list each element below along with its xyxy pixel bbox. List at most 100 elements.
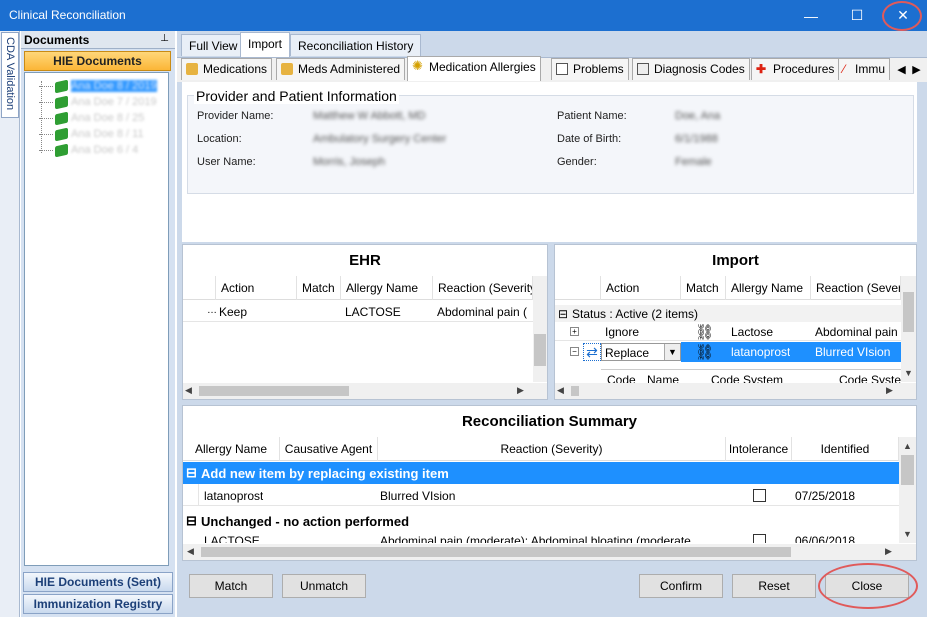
scroll-up-icon[interactable]: ▲ bbox=[903, 441, 912, 451]
tab-full-view[interactable]: Full View bbox=[181, 34, 246, 56]
unmatch-button[interactable]: Unmatch bbox=[282, 574, 366, 598]
import-col-spacer bbox=[555, 276, 601, 300]
tab-medication-allergies[interactable]: ✺ Medication Allergies bbox=[407, 56, 541, 81]
summary-col-allergy[interactable]: Allergy Name bbox=[183, 437, 280, 461]
import-action-cell[interactable]: Ignore bbox=[605, 325, 639, 339]
ehr-horizontal-thumb[interactable] bbox=[199, 386, 349, 396]
tree-item[interactable]: Ana Doe 8 / 2019 bbox=[39, 78, 157, 94]
summary-group-unchanged[interactable]: ⊟ Unchanged - no action performed bbox=[183, 510, 899, 532]
summary-group-add[interactable]: ⊟ Add new item by replacing existing ite… bbox=[183, 462, 899, 484]
patient-name-value: Doe, Ana bbox=[675, 110, 721, 122]
action-dropdown[interactable]: Replace ▼ bbox=[601, 343, 681, 361]
tree-item[interactable]: Ana Doe 6 / 4 bbox=[39, 142, 138, 158]
ehr-horizontal-scrollbar[interactable]: ◀ ▶ bbox=[183, 383, 547, 399]
import-group-row[interactable]: ⊟ Status : Active (2 items) bbox=[555, 305, 901, 322]
import-vertical-scrollbar[interactable]: ▼ bbox=[901, 276, 916, 382]
pin-icon[interactable]: ⊥ bbox=[160, 33, 169, 44]
ehr-action-cell[interactable]: Keep bbox=[219, 305, 247, 319]
link-icon[interactable]: ⛓ bbox=[695, 323, 714, 341]
tab-procedures[interactable]: ✚ Procedures bbox=[751, 58, 840, 80]
immunization-registry-button[interactable]: Immunization Registry bbox=[23, 594, 173, 614]
import-header-row: Action Match Allergy Name Reaction (Seve… bbox=[555, 276, 901, 300]
summary-group-add-label: Add new item by replacing existing item bbox=[201, 466, 449, 481]
ehr-panel: EHR Action Match Allergy Name Reaction (… bbox=[182, 244, 548, 400]
tree-item[interactable]: Ana Doe 8 / 25 bbox=[39, 110, 144, 126]
ehr-col-match[interactable]: Match bbox=[297, 276, 341, 300]
scroll-right-icon[interactable]: ▶ bbox=[885, 546, 892, 557]
tab-scroll-left-button[interactable]: ◀ bbox=[895, 63, 908, 78]
summary-col-identified[interactable]: Identified bbox=[792, 437, 899, 461]
hie-documents-sent-button[interactable]: HIE Documents (Sent) bbox=[23, 572, 173, 592]
ehr-col-reaction[interactable]: Reaction (Severity bbox=[433, 276, 533, 300]
expand-row-icon[interactable]: + bbox=[570, 327, 579, 336]
scroll-right-icon[interactable]: ▶ bbox=[517, 385, 524, 396]
scroll-left-icon[interactable]: ◀ bbox=[185, 385, 192, 396]
import-horizontal-scrollbar[interactable]: ◀ ▶ bbox=[555, 383, 916, 399]
summary-vertical-scrollbar[interactable]: ▲ ▼ bbox=[899, 437, 916, 543]
collapse-icon[interactable]: ⊟ bbox=[186, 513, 197, 529]
tab-scroll-right-button[interactable]: ▶ bbox=[910, 63, 923, 78]
tab-immunizations[interactable]: ⁄ Immu bbox=[838, 58, 890, 80]
red-cross-icon: ✚ bbox=[756, 62, 767, 76]
import-col-match[interactable]: Match bbox=[681, 276, 726, 300]
summary-allergy-cell: latanoprost bbox=[204, 489, 264, 503]
intolerance-checkbox[interactable] bbox=[753, 489, 766, 502]
link-icon[interactable]: ⛓ bbox=[695, 343, 714, 361]
tab-reconciliation-history[interactable]: Reconciliation History bbox=[290, 34, 422, 56]
sub-col-code[interactable]: Code bbox=[607, 373, 636, 383]
collapse-row-icon[interactable]: − bbox=[570, 347, 579, 356]
summary-col-intolerance[interactable]: Intolerance bbox=[726, 437, 792, 461]
ehr-vertical-scrollbar[interactable] bbox=[533, 276, 547, 382]
minimize-button[interactable]: — bbox=[788, 0, 834, 31]
confirm-button[interactable]: Confirm bbox=[639, 574, 723, 598]
summary-row[interactable]: latanoprost Blurred VIsion 07/25/2018 bbox=[183, 484, 899, 506]
maximize-button[interactable]: ☐ bbox=[834, 0, 880, 31]
tab-medications[interactable]: Medications bbox=[181, 58, 273, 80]
document-icon bbox=[55, 111, 68, 125]
chevron-down-icon[interactable]: ▼ bbox=[664, 344, 680, 360]
ehr-col-action[interactable]: Action bbox=[216, 276, 297, 300]
summary-col-reaction[interactable]: Reaction (Severity) bbox=[378, 437, 726, 461]
sub-col-code-system[interactable]: Code System bbox=[711, 373, 783, 383]
collapse-icon[interactable]: ⊟ bbox=[558, 307, 568, 321]
ehr-vertical-thumb[interactable] bbox=[534, 334, 546, 366]
sub-col-code-system-2[interactable]: Code Syster bbox=[839, 373, 901, 383]
tree-item[interactable]: Ana Doe 7 / 2019 bbox=[39, 94, 157, 110]
document-tree[interactable]: Ana Doe 8 / 2019 Ana Doe 7 / 2019 Ana Do… bbox=[24, 72, 169, 566]
summary-horizontal-scrollbar[interactable]: ◀ ▶ bbox=[183, 544, 916, 560]
import-col-action[interactable]: Action bbox=[601, 276, 681, 300]
scroll-left-icon[interactable]: ◀ bbox=[187, 546, 194, 557]
scroll-left-icon[interactable]: ◀ bbox=[557, 385, 564, 396]
vertical-tab-strip bbox=[0, 31, 20, 617]
hie-documents-button[interactable]: HIE Documents bbox=[24, 51, 171, 71]
reset-button[interactable]: Reset bbox=[732, 574, 816, 598]
intolerance-checkbox[interactable] bbox=[753, 534, 766, 543]
import-row-selected[interactable]: − ⇄ Replace ▼ ⛓ latanoprost Blurred VIsi… bbox=[555, 342, 901, 362]
ehr-col-allergy[interactable]: Allergy Name bbox=[341, 276, 433, 300]
summary-row[interactable]: LACTOSE Abdominal pain (moderate); Abdom… bbox=[183, 533, 899, 543]
collapse-icon[interactable]: ⊟ bbox=[186, 465, 197, 481]
scroll-down-icon[interactable]: ▼ bbox=[904, 368, 913, 378]
tab-problems[interactable]: Problems bbox=[551, 58, 629, 80]
pill-bottle-icon bbox=[281, 63, 293, 75]
documents-header: Documents ⊥ bbox=[21, 31, 175, 49]
import-vertical-thumb[interactable] bbox=[903, 292, 914, 332]
provider-name-label: Provider Name: bbox=[197, 110, 274, 122]
tab-cda-validation[interactable]: CDA Validation bbox=[1, 32, 19, 118]
scroll-down-icon[interactable]: ▼ bbox=[903, 529, 912, 539]
tree-item[interactable]: Ana Doe 8 / 11 bbox=[39, 126, 144, 142]
tab-meds-administered[interactable]: Meds Administered bbox=[276, 58, 406, 80]
tab-diagnosis-codes[interactable]: Diagnosis Codes bbox=[632, 58, 750, 80]
import-col-reaction[interactable]: Reaction (Severi bbox=[811, 276, 901, 300]
summary-col-agent[interactable]: Causative Agent bbox=[280, 437, 378, 461]
sub-col-name[interactable]: Name bbox=[647, 373, 679, 383]
import-col-allergy[interactable]: Allergy Name bbox=[726, 276, 811, 300]
import-horizontal-thumb[interactable] bbox=[571, 386, 579, 396]
ehr-row[interactable]: … Keep LACTOSE Abdominal pain ( bbox=[183, 302, 533, 322]
match-button[interactable]: Match bbox=[189, 574, 273, 598]
summary-horizontal-thumb[interactable] bbox=[201, 547, 791, 557]
import-row[interactable]: + Ignore ⛓ Lactose Abdominal pain ( bbox=[555, 322, 901, 341]
summary-vertical-thumb[interactable] bbox=[901, 455, 914, 485]
tab-import[interactable]: Import bbox=[240, 32, 291, 57]
scroll-right-icon[interactable]: ▶ bbox=[886, 385, 893, 396]
